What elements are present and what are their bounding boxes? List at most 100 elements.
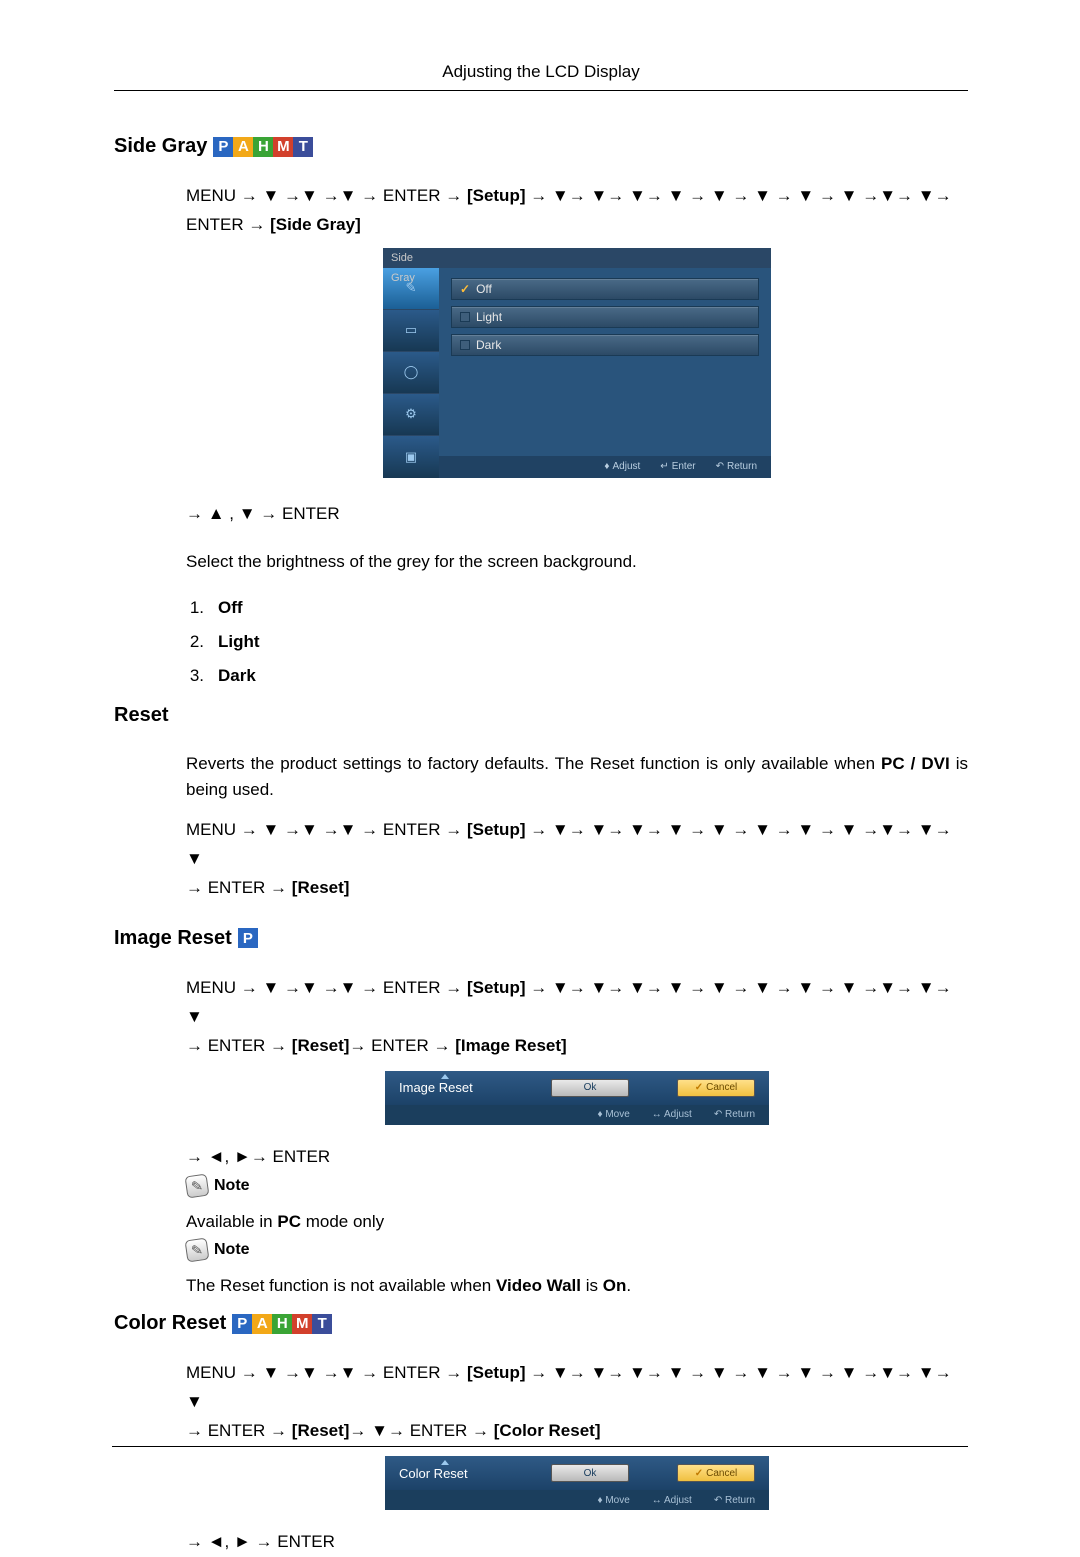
osd-dialog-footer: ♦ Move ↔ Adjust ↶ Return — [385, 1105, 769, 1125]
nav-bracket: [Reset] — [292, 878, 350, 897]
nav-bracket: [Image Reset] — [455, 1036, 566, 1055]
osd-sidegray-figure: Side Gray ✎ ▭ ◯ ⚙ ▣ ✓ Off Light Dark ♦ Ad… — [383, 248, 771, 478]
osd-item-off: ✓ Off — [451, 278, 759, 300]
sidegray-nav: MENU → ▼ →▼ →▼ → ENTER → [Setup] → ▼→ ▼→… — [186, 182, 968, 240]
nav-bracket: [Side Gray] — [270, 215, 361, 234]
page-header: Adjusting the LCD Display — [114, 62, 968, 91]
note-label: Note — [214, 1241, 250, 1259]
nav-bracket: [Reset] — [292, 1421, 350, 1440]
note-text: Available in — [186, 1212, 277, 1231]
osd-imagereset-dialog: Image Reset Ok ✓Cancel ♦ Move ↔ Adjust ↶… — [385, 1071, 769, 1125]
display-icon: ▭ — [400, 319, 422, 341]
chip-h: H — [272, 1314, 292, 1334]
mode-chips: P — [238, 928, 258, 948]
nav-text: MENU → ▼ →▼ →▼ → ENTER → — [186, 1363, 467, 1382]
nav-bracket: [Reset] — [292, 1036, 350, 1055]
osd-dialog-title: Image Reset — [399, 1080, 503, 1095]
nav-text: ENTER → — [186, 215, 270, 234]
osd-footer-move: ♦ Move — [597, 1109, 629, 1120]
chip-p: P — [232, 1314, 252, 1334]
osd-footer-adjust: ↔ Adjust — [652, 1495, 692, 1506]
chip-t: T — [312, 1314, 332, 1334]
section-side-gray-text: Side Gray — [114, 135, 207, 158]
note-icon: ✎ — [185, 1174, 210, 1199]
osd-footer-adjust: ♦ Adjust — [604, 461, 640, 472]
osd-item-light: Light — [451, 306, 759, 328]
tool-icon: ✎ — [400, 277, 422, 299]
osd-footer-enter: ↵ Enter — [660, 461, 695, 472]
osd-item-label: Dark — [476, 335, 501, 355]
mode-chips: P A H M T — [213, 137, 313, 157]
section-reset-title: Reset — [114, 704, 968, 727]
note-text: The Reset function is not available when — [186, 1276, 496, 1295]
osd-tab-icon: ▣ — [383, 436, 439, 478]
osd-ok-button: Ok — [551, 1079, 629, 1097]
nav-text: → ENTER → — [186, 1036, 292, 1055]
gear-icon: ⚙ — [400, 403, 422, 425]
nav-bracket: [Setup] — [467, 1363, 526, 1382]
note-row: ✎ Note — [186, 1239, 968, 1261]
note-text: . — [626, 1276, 631, 1295]
note-row: ✎ Note — [186, 1175, 968, 1197]
imagereset-note1: Available in PC mode only — [186, 1209, 968, 1235]
nav-bracket: [Setup] — [467, 978, 526, 997]
reset-nav: MENU → ▼ →▼ →▼ → ENTER → [Setup] → ▼→ ▼→… — [186, 816, 968, 903]
reset-body-a: Reverts the product settings to factory … — [186, 754, 881, 773]
osd-dialog-title: Color Reset — [399, 1466, 503, 1481]
osd-footer-adjust: ↔ Adjust — [652, 1109, 692, 1120]
chip-h: H — [253, 137, 273, 157]
osd-tab-icon: ▭ — [383, 310, 439, 352]
osd-ok-button: Ok — [551, 1464, 629, 1482]
note-text: mode only — [301, 1212, 384, 1231]
screen-icon: ▣ — [400, 446, 422, 468]
imagereset-note2: The Reset function is not available when… — [186, 1273, 968, 1299]
chip-a: A — [233, 137, 253, 157]
osd-dialog-footer: ♦ Move ↔ Adjust ↶ Return — [385, 1490, 769, 1510]
bullet-icon — [460, 340, 470, 350]
nav-bracket: [Setup] — [467, 820, 526, 839]
osd-cancel-button: ✓Cancel — [677, 1079, 755, 1097]
nav-text: MENU → ▼ →▼ →▼ → ENTER → — [186, 820, 467, 839]
osd-dialog-top: Color Reset Ok ✓Cancel — [385, 1456, 769, 1490]
nav-text: → ENTER → — [349, 1036, 455, 1055]
nav-text: → ENTER → — [186, 1421, 292, 1440]
osd-dialog-top: Image Reset Ok ✓Cancel — [385, 1071, 769, 1105]
section-color-reset-title: Color Reset P A H M T — [114, 1312, 968, 1335]
osd-item-label: Off — [476, 279, 492, 299]
note-bold: On — [603, 1276, 627, 1295]
note-label: Note — [214, 1177, 250, 1195]
bullet-icon — [460, 312, 470, 322]
reset-body: Reverts the product settings to factory … — [186, 751, 968, 802]
colorreset-nav: MENU → ▼ →▼ →▼ → ENTER → [Setup] → ▼→ ▼→… — [186, 1359, 968, 1446]
note-text: is — [581, 1276, 603, 1295]
sidegray-desc: Select the brightness of the grey for th… — [186, 549, 968, 575]
check-icon: ✓ — [460, 279, 470, 299]
nav-text: → ▼→ ▼→ ▼→ ▼ → ▼ → ▼ → ▼ → ▼ →▼→ ▼→ — [525, 186, 951, 205]
nav-bracket: [Color Reset] — [494, 1421, 601, 1440]
nav-text: → ▼→ ENTER → — [349, 1421, 493, 1440]
list-label: Off — [218, 598, 243, 618]
osd-tab-icon: ⚙ — [383, 394, 439, 436]
section-image-reset-text: Image Reset — [114, 927, 232, 950]
list-item: 2.Light — [186, 632, 968, 652]
list-item: 3.Dark — [186, 666, 968, 686]
list-label: Dark — [218, 666, 256, 686]
imagereset-nav-after: → ◄, ►→ ENTER — [186, 1143, 968, 1172]
note-icon: ✎ — [185, 1237, 210, 1262]
osd-item-dark: Dark — [451, 334, 759, 356]
check-icon: ✓ — [695, 1468, 703, 1479]
section-color-reset-text: Color Reset — [114, 1312, 226, 1335]
osd-footer-move: ♦ Move — [597, 1495, 629, 1506]
list-label: Light — [218, 632, 260, 652]
chip-m: M — [273, 137, 293, 157]
section-image-reset-title: Image Reset P — [114, 927, 968, 950]
nav-text: → ENTER → — [186, 878, 292, 897]
circle-icon: ◯ — [400, 361, 422, 383]
chip-m: M — [292, 1314, 312, 1334]
note-bold: PC — [277, 1212, 301, 1231]
section-side-gray-title: Side Gray P A H M T — [114, 135, 968, 158]
osd-left-tabs: Side Gray ✎ ▭ ◯ ⚙ ▣ — [383, 248, 439, 478]
osd-footer: ♦ Adjust ↵ Enter ↶ Return — [439, 456, 771, 478]
osd-tab-title: Side Gray — [383, 248, 439, 268]
sidegray-nav-after: → ▲ , ▼ → ENTER — [186, 500, 968, 529]
